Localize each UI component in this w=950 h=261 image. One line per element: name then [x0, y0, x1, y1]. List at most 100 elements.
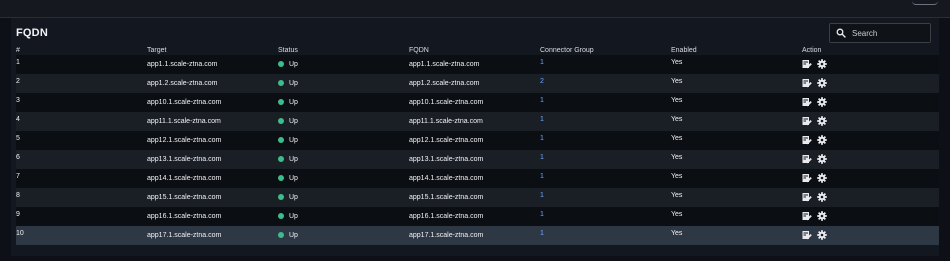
row-fqdn: app11.1.scale-ztna.com: [409, 112, 540, 131]
row-actions: [802, 207, 939, 226]
row-number: 1: [16, 55, 147, 74]
table-row[interactable]: 6 app13.1.scale-ztna.com Up app13.1.scal…: [16, 150, 939, 169]
row-target: app16.1.scale-ztna.com: [147, 207, 278, 226]
row-actions: [802, 74, 939, 93]
status-up-dot: [278, 213, 284, 219]
row-status: Up: [278, 150, 409, 169]
connector-group-link[interactable]: 1: [540, 192, 544, 199]
gear-icon[interactable]: [817, 211, 827, 221]
table-row[interactable]: 1 app1.1.scale-ztna.com Up app1.1.scale-…: [16, 55, 939, 74]
status-label: Up: [289, 232, 298, 239]
status-label: Up: [289, 80, 298, 87]
table-row[interactable]: 3 app10.1.scale-ztna.com Up app10.1.scal…: [16, 93, 939, 112]
row-fqdn: app15.1.scale-ztna.com: [409, 188, 540, 207]
edit-icon[interactable]: [802, 173, 812, 183]
column-header-number[interactable]: #: [16, 45, 147, 55]
row-target: app1.2.scale-ztna.com: [147, 74, 278, 93]
edit-icon[interactable]: [802, 135, 812, 145]
row-fqdn: app10.1.scale-ztna.com: [409, 93, 540, 112]
gear-icon[interactable]: [817, 173, 827, 183]
table-row[interactable]: 10 app17.1.scale-ztna.com Up app17.1.sca…: [16, 226, 939, 245]
edit-icon[interactable]: [802, 97, 812, 107]
gear-icon[interactable]: [817, 135, 827, 145]
gear-icon[interactable]: [817, 78, 827, 88]
status-up-dot: [278, 80, 284, 86]
gear-icon[interactable]: [817, 230, 827, 240]
status-up-dot: [278, 156, 284, 162]
row-fqdn: app14.1.scale-ztna.com: [409, 169, 540, 188]
row-target: app15.1.scale-ztna.com: [147, 188, 278, 207]
row-status: Up: [278, 112, 409, 131]
edit-icon[interactable]: [802, 192, 812, 202]
connector-group-link[interactable]: 1: [540, 230, 544, 237]
table-row[interactable]: 9 app16.1.scale-ztna.com Up app16.1.scal…: [16, 207, 939, 226]
table-row[interactable]: 7 app14.1.scale-ztna.com Up app14.1.scal…: [16, 169, 939, 188]
connector-group-link[interactable]: 1: [540, 59, 544, 66]
column-header-connector-group[interactable]: Connector Group: [540, 45, 671, 55]
row-actions: [802, 112, 939, 131]
row-fqdn: app1.2.scale-ztna.com: [409, 74, 540, 93]
column-header-enabled[interactable]: Enabled: [671, 45, 802, 55]
row-connector-group: 1: [540, 169, 671, 188]
row-number: 7: [16, 169, 147, 188]
top-bar-corner: [912, 0, 938, 5]
row-target: app14.1.scale-ztna.com: [147, 169, 278, 188]
gear-icon[interactable]: [817, 154, 827, 164]
connector-group-link[interactable]: 1: [540, 135, 544, 142]
row-status: Up: [278, 93, 409, 112]
gear-icon[interactable]: [817, 116, 827, 126]
row-target: app11.1.scale-ztna.com: [147, 112, 278, 131]
connector-group-link[interactable]: 1: [540, 173, 544, 180]
row-actions: [802, 131, 939, 150]
gear-icon[interactable]: [817, 59, 827, 69]
row-number: 3: [16, 93, 147, 112]
connector-group-link[interactable]: 2: [540, 78, 544, 85]
status-label: Up: [289, 118, 298, 125]
edit-icon[interactable]: [802, 211, 812, 221]
row-connector-group: 2: [540, 74, 671, 93]
table-row[interactable]: 2 app1.2.scale-ztna.com Up app1.2.scale-…: [16, 74, 939, 93]
edit-icon[interactable]: [802, 116, 812, 126]
row-target: app13.1.scale-ztna.com: [147, 150, 278, 169]
row-fqdn: app13.1.scale-ztna.com: [409, 150, 540, 169]
search-icon: [836, 28, 846, 38]
column-header-target[interactable]: Target: [147, 45, 278, 55]
gear-icon[interactable]: [817, 192, 827, 202]
search-box[interactable]: [829, 23, 931, 43]
row-actions: [802, 188, 939, 207]
column-header-fqdn[interactable]: FQDN: [409, 45, 540, 55]
row-enabled: Yes: [671, 93, 802, 112]
connector-group-link[interactable]: 1: [540, 97, 544, 104]
row-connector-group: 1: [540, 112, 671, 131]
row-status: Up: [278, 207, 409, 226]
gear-icon[interactable]: [817, 97, 827, 107]
status-label: Up: [289, 61, 298, 68]
connector-group-link[interactable]: 1: [540, 154, 544, 161]
status-label: Up: [289, 137, 298, 144]
fqdn-panel: FQDN # Target Status FQDN Connector Grou…: [11, 18, 939, 256]
table-row[interactable]: 5 app12.1.scale-ztna.com Up app12.1.scal…: [16, 131, 939, 150]
search-input[interactable]: [852, 28, 922, 38]
row-enabled: Yes: [671, 112, 802, 131]
connector-group-link[interactable]: 1: [540, 211, 544, 218]
row-connector-group: 1: [540, 150, 671, 169]
table-row[interactable]: 4 app11.1.scale-ztna.com Up app11.1.scal…: [16, 112, 939, 131]
row-connector-group: 1: [540, 55, 671, 74]
row-target: app12.1.scale-ztna.com: [147, 131, 278, 150]
row-number: 2: [16, 74, 147, 93]
table-row[interactable]: 8 app15.1.scale-ztna.com Up app15.1.scal…: [16, 188, 939, 207]
row-enabled: Yes: [671, 169, 802, 188]
connector-group-link[interactable]: 1: [540, 116, 544, 123]
status-up-dot: [278, 99, 284, 105]
status-up-dot: [278, 194, 284, 200]
edit-icon[interactable]: [802, 154, 812, 164]
row-connector-group: 1: [540, 131, 671, 150]
row-connector-group: 1: [540, 226, 671, 245]
column-header-status[interactable]: Status: [278, 45, 409, 55]
row-enabled: Yes: [671, 74, 802, 93]
row-connector-group: 1: [540, 93, 671, 112]
edit-icon[interactable]: [802, 78, 812, 88]
edit-icon[interactable]: [802, 59, 812, 69]
status-label: Up: [289, 194, 298, 201]
edit-icon[interactable]: [802, 230, 812, 240]
